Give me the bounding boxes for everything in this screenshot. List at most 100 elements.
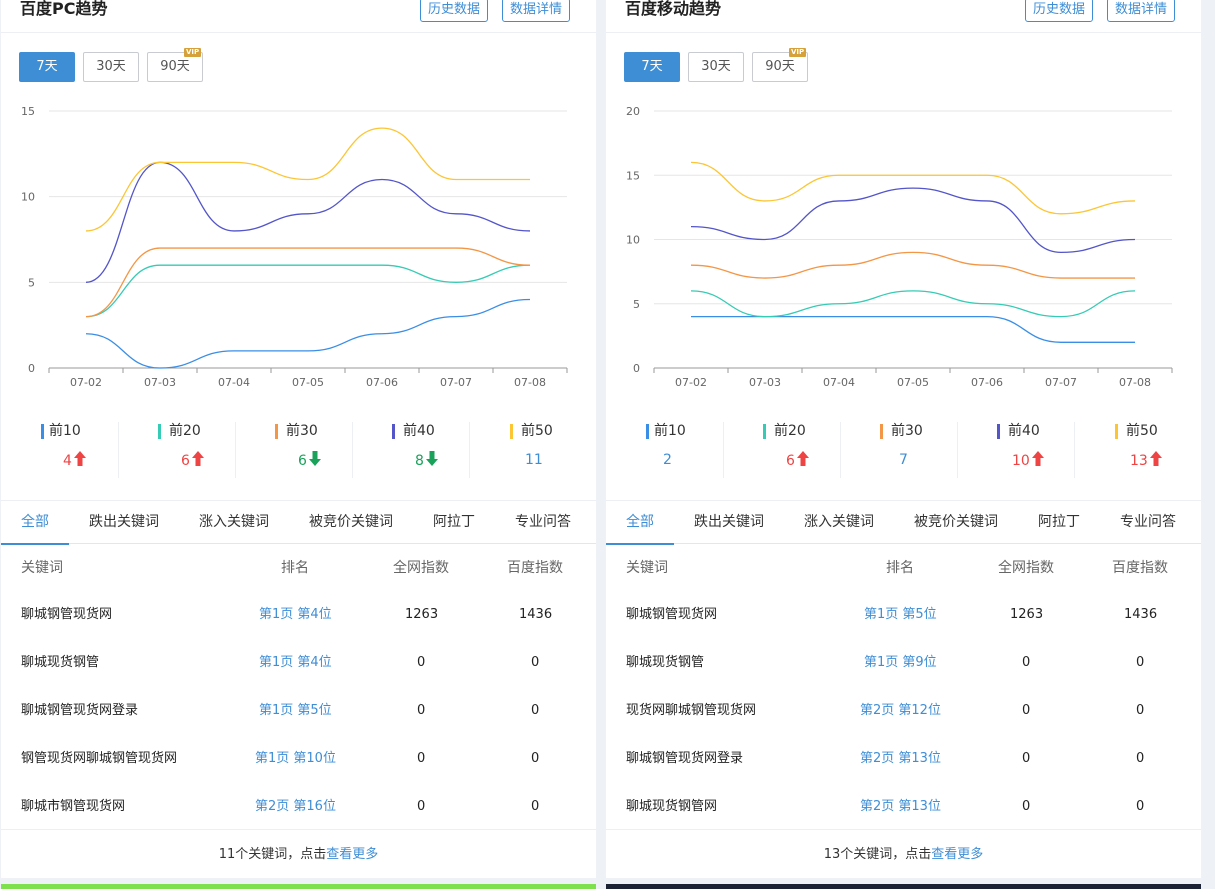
data-detail-button[interactable]: 数据详情 bbox=[1107, 0, 1176, 22]
baidu-index-cell: 1436 bbox=[1124, 607, 1158, 622]
series-line-前40 bbox=[690, 187, 1136, 254]
all-index-cell: 0 bbox=[417, 703, 426, 718]
rank-link[interactable]: 第1页 第10位 bbox=[255, 750, 336, 768]
tab-dropped-keywords[interactable]: 跌出关键词 bbox=[89, 501, 159, 544]
vip-badge: VIP bbox=[789, 48, 807, 57]
rank-link[interactable]: 第1页 第4位 bbox=[259, 654, 332, 672]
next-panel-edge bbox=[1, 884, 596, 889]
pc-trend-chart: 0 5 10 15 07-02 07-03 07-04 07-05 07-06 07-07 07-0… bbox=[21, 105, 568, 389]
x-tick-label: 07-07 bbox=[1045, 376, 1077, 389]
y-tick-label: 20 bbox=[626, 105, 640, 118]
column-header-baidu-index: 百度指数 bbox=[1112, 560, 1168, 576]
keyword-cell: 聊城钢管现货网 bbox=[626, 607, 718, 622]
legend-top20: 前20 6 bbox=[118, 420, 235, 480]
x-tick-label: 07-04 bbox=[823, 376, 855, 389]
series-line-前40 bbox=[85, 161, 531, 283]
tab-gained-keywords[interactable]: 涨入关键词 bbox=[199, 501, 269, 544]
legend-value: 4 bbox=[63, 451, 86, 470]
tab-bidded-keywords[interactable]: 被竞价关键词 bbox=[309, 501, 393, 544]
rank-link[interactable]: 第1页 第4位 bbox=[259, 606, 332, 624]
x-tick-label: 07-03 bbox=[144, 376, 176, 389]
tab-aladdin[interactable]: 阿拉丁 bbox=[433, 501, 475, 544]
rank-link[interactable]: 第2页 第12位 bbox=[860, 702, 941, 720]
tab-bidded-keywords[interactable]: 被竞价关键词 bbox=[914, 501, 998, 544]
x-tick-label: 07-08 bbox=[1119, 376, 1151, 389]
table-footer: 13个关键词，点击查看更多 bbox=[606, 829, 1201, 878]
legend-label: 前30 bbox=[286, 423, 318, 439]
all-index-cell: 0 bbox=[417, 751, 426, 766]
legend-count: 11 bbox=[525, 452, 543, 468]
view-more-link[interactable]: 查看更多 bbox=[326, 847, 378, 862]
legend-top10: 前10 2 bbox=[606, 420, 723, 480]
range-30d-button[interactable]: 30天 bbox=[688, 52, 744, 82]
tab-all[interactable]: 全部 bbox=[21, 501, 49, 544]
history-data-button[interactable]: 历史数据 bbox=[1025, 0, 1094, 22]
all-index-cell: 0 bbox=[417, 655, 426, 670]
legend-color-bar bbox=[158, 424, 161, 439]
trend-up-icon bbox=[73, 451, 86, 466]
baidu-index-cell: 0 bbox=[531, 751, 540, 766]
x-tick-label: 07-08 bbox=[514, 376, 546, 389]
legend-count: 10 bbox=[1012, 453, 1030, 469]
baidu-index-cell: 0 bbox=[531, 799, 540, 814]
tab-all[interactable]: 全部 bbox=[626, 501, 654, 544]
data-detail-button[interactable]: 数据详情 bbox=[502, 0, 571, 22]
tab-gained-keywords[interactable]: 涨入关键词 bbox=[804, 501, 874, 544]
legend-count: 6 bbox=[786, 453, 795, 469]
series-line-前10 bbox=[85, 298, 531, 369]
tab-expert-qa[interactable]: 专业问答 bbox=[515, 501, 571, 544]
column-header-all-index: 全网指数 bbox=[393, 560, 449, 576]
legend-label: 前50 bbox=[521, 423, 553, 439]
legend-color-bar bbox=[880, 424, 883, 439]
rank-link[interactable]: 第1页 第5位 bbox=[259, 702, 332, 720]
all-index-cell: 0 bbox=[1022, 655, 1031, 670]
legend-value: 2 bbox=[663, 451, 672, 469]
y-tick-label: 10 bbox=[626, 234, 640, 247]
x-tick-label: 07-02 bbox=[675, 376, 707, 389]
x-tick-label: 07-06 bbox=[366, 376, 398, 389]
panel-title: 百度PC趋势 bbox=[20, 0, 108, 18]
y-tick-label: 0 bbox=[28, 362, 35, 375]
tab-dropped-keywords[interactable]: 跌出关键词 bbox=[694, 501, 764, 544]
active-tab-indicator bbox=[1, 543, 69, 545]
series-line-前20 bbox=[85, 264, 531, 318]
active-tab-indicator bbox=[606, 543, 674, 545]
legend-color-bar bbox=[1115, 424, 1118, 439]
legend-label: 前30 bbox=[891, 423, 923, 439]
rank-link[interactable]: 第1页 第5位 bbox=[864, 606, 937, 624]
rank-link[interactable]: 第1页 第9位 bbox=[864, 654, 937, 672]
rank-link[interactable]: 第2页 第13位 bbox=[860, 798, 941, 816]
keyword-cell: 聊城现货钢管网 bbox=[626, 799, 718, 814]
legend-label: 前20 bbox=[774, 423, 806, 439]
mobile-trend-chart: 0 5 10 15 20 07-02 07-03 07-04 07-05 07-06 07-07 07… bbox=[626, 105, 1173, 389]
series-line-前50 bbox=[85, 127, 530, 232]
panel-header: 百度移动趋势 历史数据 数据详情 bbox=[606, 0, 1201, 33]
range-7d-button[interactable]: 7天 bbox=[624, 52, 680, 82]
keyword-cell: 聊城市钢管现货网 bbox=[21, 799, 126, 814]
panel-title: 百度移动趋势 bbox=[625, 0, 722, 18]
range-30d-button[interactable]: 30天 bbox=[83, 52, 139, 82]
table-footer: 11个关键词，点击查看更多 bbox=[1, 829, 596, 878]
tab-expert-qa[interactable]: 专业问答 bbox=[1120, 501, 1176, 544]
rank-link[interactable]: 第2页 第13位 bbox=[860, 750, 941, 768]
rank-link[interactable]: 第2页 第16位 bbox=[255, 798, 336, 816]
legend-value: 6 bbox=[786, 451, 809, 470]
rank-legend: 前10 4 前20 6 前30 6 前40 8 前50 11 bbox=[1, 420, 596, 480]
keyword-count-text: 11个关键词，点击 bbox=[218, 847, 327, 862]
view-more-link[interactable]: 查看更多 bbox=[931, 847, 983, 862]
history-data-button[interactable]: 历史数据 bbox=[420, 0, 489, 22]
legend-value: 10 bbox=[1012, 451, 1044, 470]
legend-count: 7 bbox=[899, 452, 908, 468]
range-7d-button[interactable]: 7天 bbox=[19, 52, 75, 82]
all-index-cell: 0 bbox=[1022, 703, 1031, 718]
legend-value: 6 bbox=[298, 451, 321, 470]
tab-aladdin[interactable]: 阿拉丁 bbox=[1038, 501, 1080, 544]
legend-value: 6 bbox=[181, 451, 204, 470]
legend-label: 前50 bbox=[1126, 423, 1158, 439]
series-line-前30 bbox=[690, 251, 1135, 279]
baidu-index-cell: 0 bbox=[531, 703, 540, 718]
keyword-cell: 现货网聊城钢管现货网 bbox=[626, 703, 757, 718]
x-tick-label: 07-02 bbox=[70, 376, 102, 389]
trend-down-icon bbox=[425, 451, 438, 466]
baidu-index-cell: 0 bbox=[1136, 799, 1145, 814]
